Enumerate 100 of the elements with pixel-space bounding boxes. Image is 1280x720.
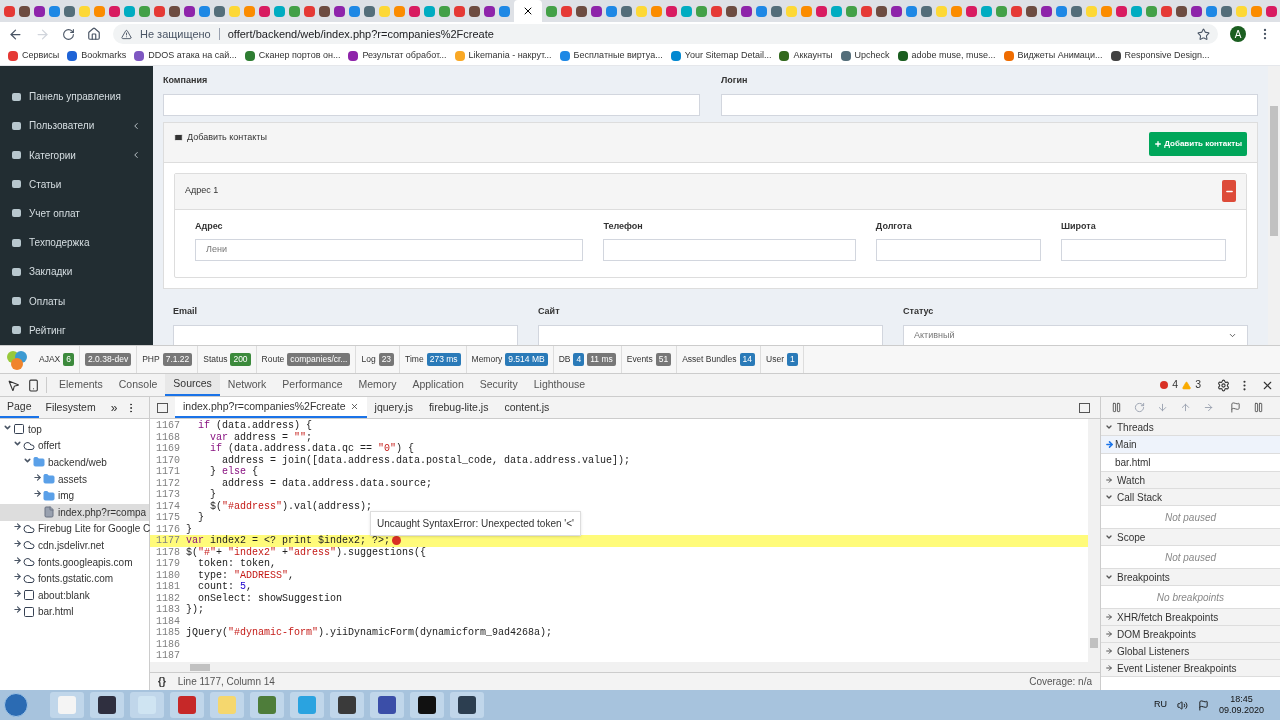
text-field[interactable] (875, 239, 1041, 261)
debug-badge[interactable]: 11 ms (587, 353, 616, 366)
remove-button[interactable] (1222, 180, 1236, 202)
bookmark-link[interactable]: Upcheck (840, 48, 890, 63)
tab-favicon-icon[interactable] (696, 5, 707, 17)
debug-badge[interactable]: 200 (230, 353, 251, 366)
thread-item[interactable]: Main (1101, 436, 1280, 454)
step-icon[interactable] (1203, 402, 1214, 413)
tab-favicon-icon[interactable] (469, 5, 480, 17)
tab-favicon-icon[interactable] (1146, 5, 1157, 17)
tree-item[interactable]: top (0, 421, 149, 438)
tab-favicon-icon[interactable] (484, 5, 495, 17)
navigator-tab[interactable]: Filesystem (38, 397, 103, 418)
sidebar-item[interactable]: Панель управления (0, 82, 153, 112)
tab-favicon-icon[interactable] (319, 5, 330, 17)
collapsed-arrow-icon[interactable] (33, 472, 42, 482)
debug-badge[interactable]: companies/cr... (287, 353, 351, 366)
tab-favicon-icon[interactable] (184, 5, 195, 17)
tab-favicon-icon[interactable] (19, 5, 30, 17)
tab-favicon-icon[interactable] (289, 5, 300, 17)
tab-favicon-icon[interactable] (756, 5, 767, 17)
tab-favicon-icon[interactable] (1011, 5, 1022, 17)
scrollbar-thumb[interactable] (1090, 638, 1098, 648)
tab-favicon-icon[interactable] (334, 5, 345, 17)
step-into-icon[interactable] (1157, 402, 1168, 413)
tab-favicon-icon[interactable] (304, 5, 315, 17)
file-tab[interactable]: firebug-lite.js (420, 397, 497, 418)
settings-icon[interactable] (1217, 378, 1230, 392)
bookmark-link[interactable]: adobe muse, muse... (897, 48, 996, 63)
section-header[interactable]: Breakpoints (1101, 569, 1280, 586)
taskbar-app-icon[interactable] (90, 692, 124, 718)
scrollbar-thumb[interactable] (190, 663, 210, 671)
tab-favicon-icon[interactable] (921, 5, 932, 17)
tab-favicon-icon[interactable] (861, 5, 872, 17)
tab-favicon-icon[interactable] (439, 5, 450, 17)
tab-favicon-icon[interactable] (576, 5, 587, 17)
flag-icon[interactable] (1197, 699, 1209, 711)
devtools-tab[interactable]: Console (110, 374, 166, 396)
bookmark-link[interactable]: Сервисы (8, 48, 60, 63)
device-icon[interactable] (27, 378, 40, 392)
tree-item[interactable]: assets (0, 470, 149, 488)
bookmark-link[interactable]: Аккаунты (779, 48, 833, 63)
collapsed-arrow-icon[interactable] (33, 489, 42, 499)
section-header[interactable]: Scope (1101, 529, 1280, 546)
sidebar-item[interactable]: Статьи (0, 169, 153, 199)
tab-favicon-icon[interactable] (816, 5, 827, 17)
tree-item[interactable]: bar.html (0, 603, 149, 621)
tab-favicon-icon[interactable] (1026, 5, 1037, 17)
toggle-navigator-icon[interactable] (157, 402, 168, 413)
tab-favicon-icon[interactable] (546, 5, 557, 17)
tab-favicon-icon[interactable] (499, 5, 510, 17)
debug-badge[interactable]: 4 (573, 353, 585, 366)
sidebar-item[interactable]: Закладки (0, 257, 153, 287)
bookmark-link[interactable]: Bookmarks (67, 48, 127, 63)
tab-favicon-icon[interactable] (966, 5, 977, 17)
tab-favicon-icon[interactable] (34, 5, 45, 17)
debug-badge[interactable]: 9.514 MB (505, 353, 548, 366)
sidebar-item[interactable]: Учет оплат (0, 198, 153, 229)
tree-item[interactable]: index.php?r=compa (0, 503, 149, 521)
tab-favicon-icon[interactable] (139, 5, 150, 17)
tab-favicon-icon[interactable] (409, 5, 420, 17)
tab-favicon-icon[interactable] (1176, 5, 1187, 17)
tab-favicon-icon[interactable] (906, 5, 917, 17)
navigator-tab[interactable]: Page (0, 397, 39, 418)
warning-count[interactable]: 3 (1195, 377, 1201, 393)
tab-favicon-icon[interactable] (214, 5, 225, 17)
tab-favicon-icon[interactable] (891, 5, 902, 17)
devtools-tab[interactable]: Application (404, 374, 472, 396)
taskbar-app-icon[interactable] (330, 692, 364, 718)
section-header[interactable]: Threads (1101, 419, 1280, 436)
file-tab[interactable]: jquery.js (366, 397, 421, 418)
tree-item[interactable]: img (0, 487, 149, 504)
debug-badge[interactable]: 7.1.22 (162, 353, 193, 366)
devtools-tab[interactable]: Sources (165, 374, 220, 396)
section-header[interactable]: Watch (1101, 472, 1280, 489)
section-header[interactable]: Event Listener Breakpoints (1101, 660, 1280, 677)
home-icon[interactable] (87, 27, 101, 41)
text-field[interactable] (173, 324, 518, 345)
sidebar-item[interactable]: Рейтинг (0, 315, 153, 345)
debug-badge[interactable]: 51 (655, 353, 672, 366)
debug-badge[interactable]: 2.0.38-dev (85, 353, 132, 366)
taskbar-app-icon[interactable] (450, 692, 484, 718)
tab-favicon-icon[interactable] (726, 5, 737, 17)
tab-favicon-icon[interactable] (1056, 5, 1067, 17)
back-icon[interactable] (8, 26, 23, 42)
volume-icon[interactable] (1176, 699, 1188, 711)
tab-favicon-icon[interactable] (64, 5, 75, 17)
clock[interactable]: 18:45 09.09.2020 (1218, 694, 1264, 716)
text-field[interactable] (538, 324, 883, 345)
tree-item[interactable]: about:blank (0, 586, 149, 604)
step-out-icon[interactable] (1180, 402, 1191, 413)
devtools-tab[interactable]: Memory (350, 374, 405, 396)
close-tab-icon[interactable] (349, 402, 359, 411)
debug-badge[interactable]: 1 (786, 353, 798, 366)
error-count[interactable]: 4 (1172, 377, 1179, 393)
text-field[interactable]: Лени (195, 239, 584, 261)
bookmark-link[interactable]: Результат обработ... (348, 48, 447, 63)
tab-favicon-icon[interactable] (349, 5, 360, 17)
tree-item[interactable]: fonts.googleapis.com (0, 553, 149, 571)
debug-badge[interactable]: 6 (63, 353, 74, 366)
